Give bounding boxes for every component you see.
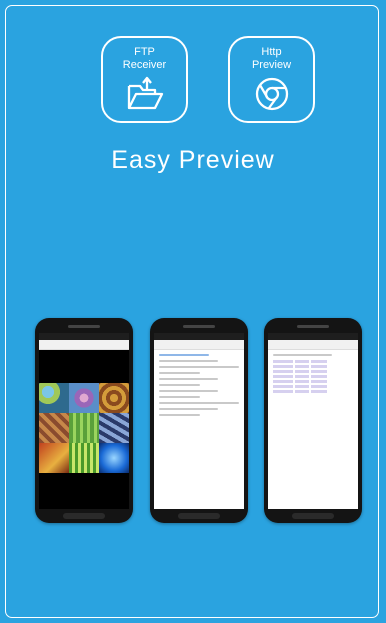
phone-mockup-settings (150, 318, 248, 523)
table-row (273, 365, 353, 368)
phone-mockup-gallery (35, 318, 133, 523)
form-row (159, 408, 218, 410)
thumbnail (39, 413, 69, 443)
form-row (159, 390, 218, 392)
form-heading (159, 354, 209, 356)
thumbnail (69, 383, 99, 413)
phone-mockup-file-list (264, 318, 362, 523)
form-row (159, 366, 239, 368)
status-bar (154, 333, 244, 340)
page-heading (273, 354, 332, 356)
browser-icon (255, 77, 288, 111)
image-mosaic (39, 383, 129, 473)
ftp-receiver-app-icon[interactable]: FTP Receiver (101, 36, 188, 123)
table-row (273, 385, 353, 388)
table-row (273, 390, 353, 393)
form-row (159, 414, 200, 416)
form-row (159, 378, 218, 380)
table-row (273, 370, 353, 373)
table-row (273, 360, 353, 363)
url-bar (39, 340, 129, 350)
http-preview-label: Http Preview (251, 46, 292, 71)
form-row (159, 360, 218, 362)
url-bar (154, 340, 244, 350)
file-table (273, 360, 353, 393)
table-row (273, 375, 353, 378)
thumbnail (69, 443, 99, 473)
form-row (159, 402, 239, 404)
form-row (159, 396, 200, 398)
phone-screen (154, 333, 244, 509)
thumbnail (39, 443, 69, 473)
table-row (273, 380, 353, 383)
open-folder-icon (127, 76, 163, 110)
url-bar (268, 340, 358, 350)
form-row (159, 384, 200, 386)
thumbnail (99, 383, 129, 413)
phone-screen (268, 333, 358, 509)
thumbnail (39, 383, 69, 413)
app-title: Easy Preview (111, 146, 275, 174)
status-bar (39, 333, 129, 340)
thumbnail (69, 413, 99, 443)
ftp-receiver-label: FTP Receiver (122, 46, 167, 71)
card-frame (5, 5, 379, 618)
phone-screen (39, 333, 129, 509)
http-preview-app-icon[interactable]: Http Preview (228, 36, 315, 123)
thumbnail (99, 443, 129, 473)
thumbnail (99, 413, 129, 443)
status-bar (268, 333, 358, 340)
form-row (159, 372, 200, 374)
